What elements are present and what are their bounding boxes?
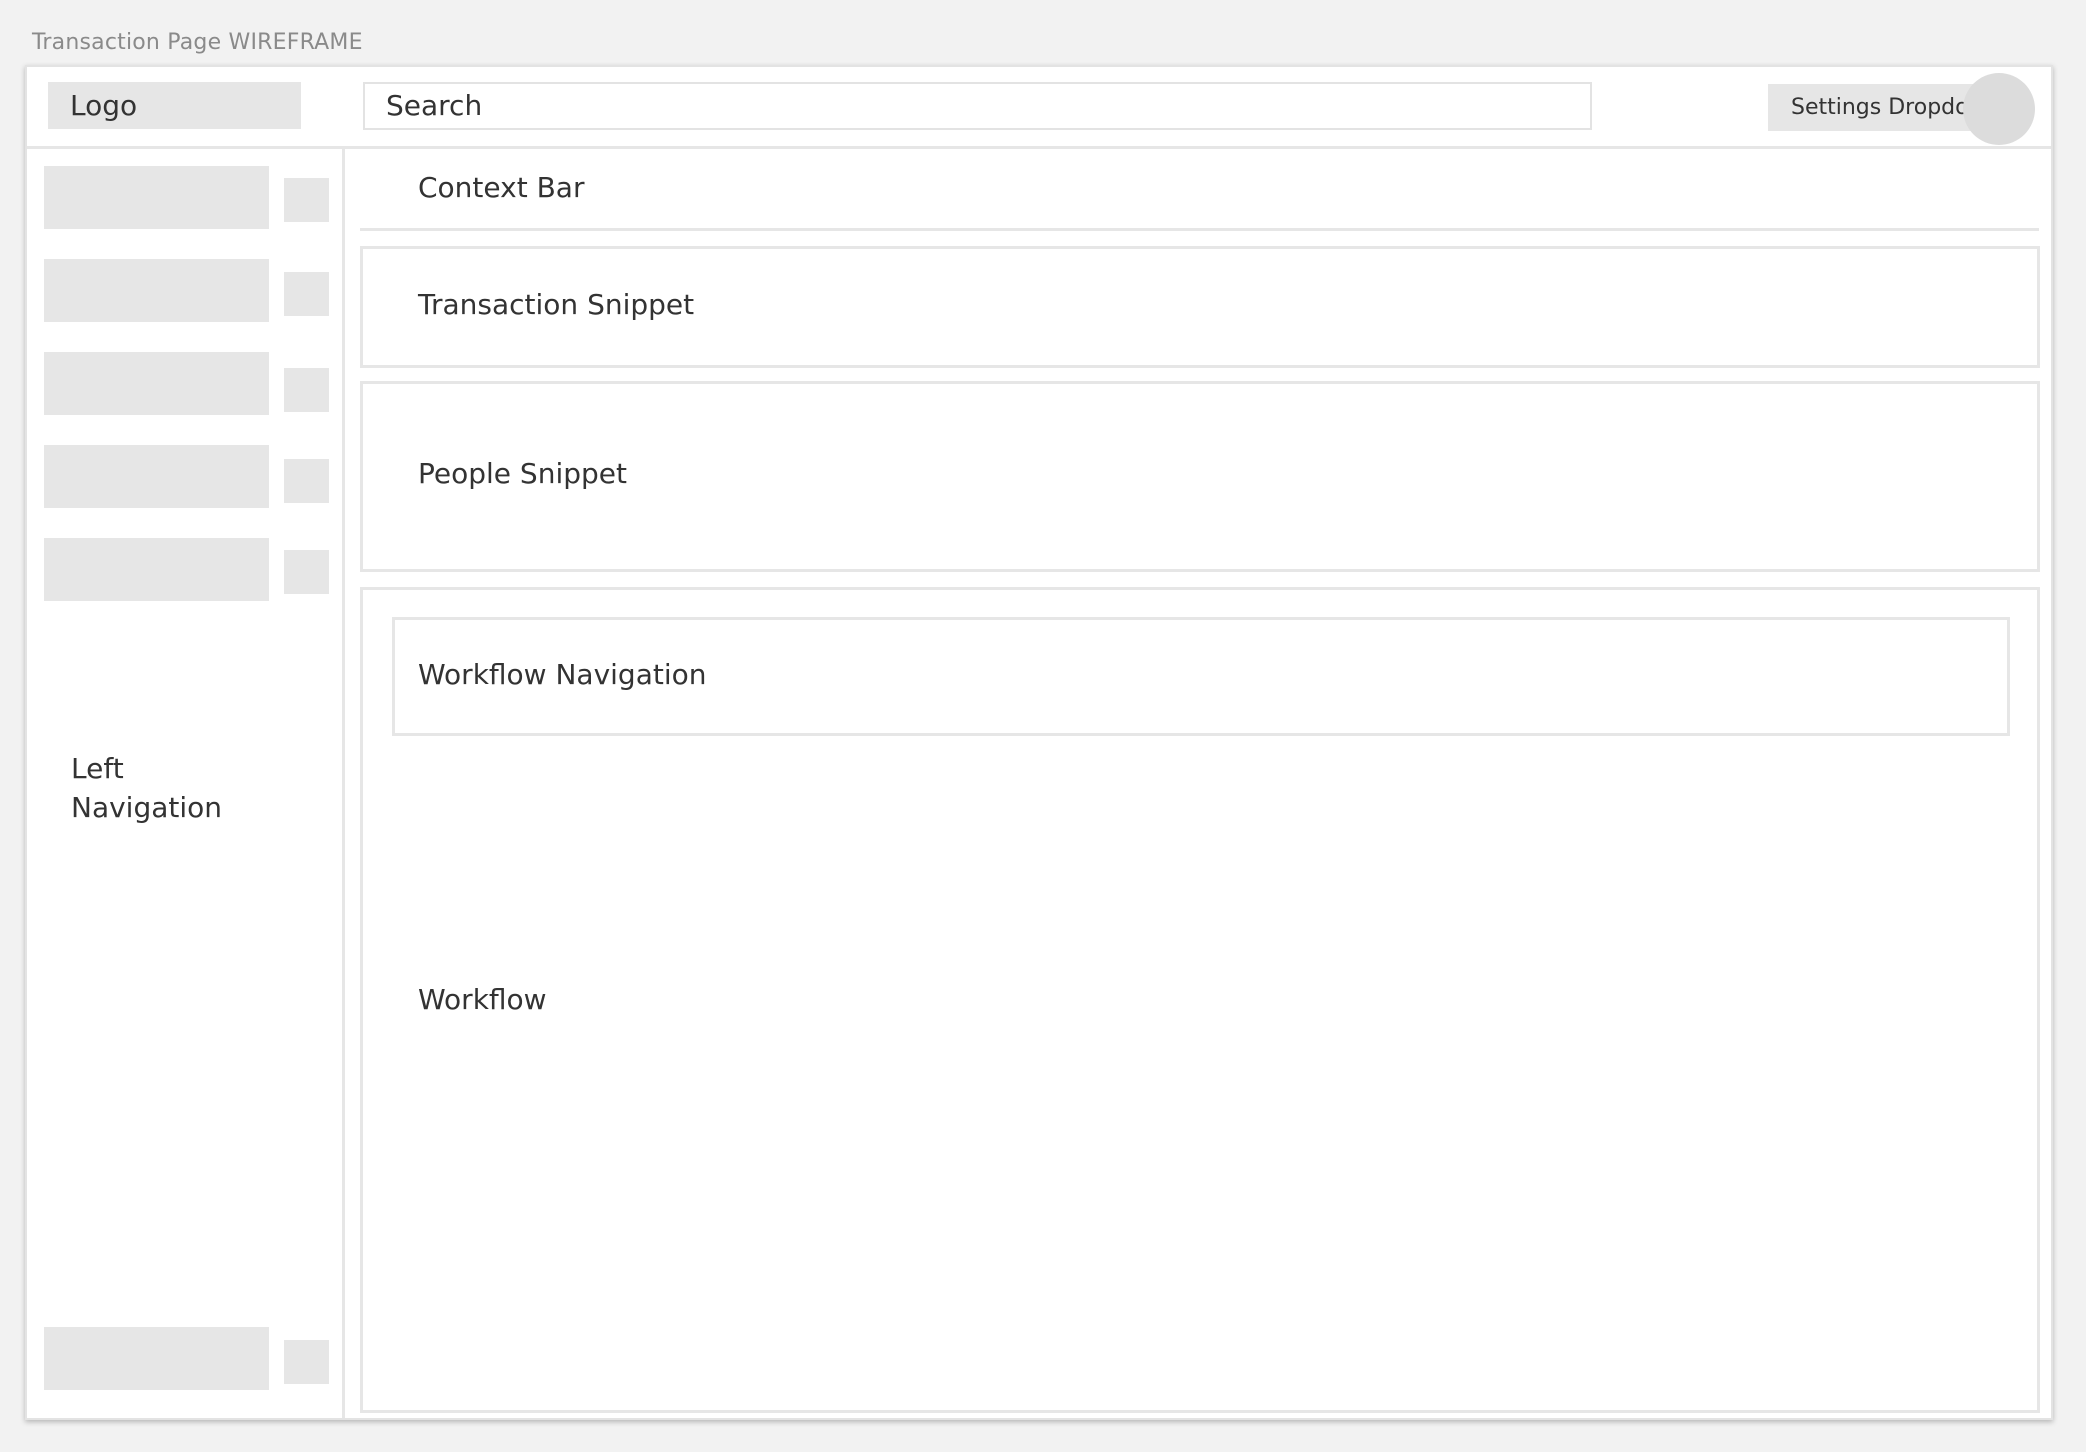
people-snippet-label: People Snippet bbox=[418, 457, 627, 490]
header: Logo Search Settings Dropdown bbox=[27, 67, 2051, 149]
search-input[interactable]: Search bbox=[363, 82, 1592, 130]
sidebar-item-3[interactable] bbox=[44, 352, 269, 415]
people-snippet: People Snippet bbox=[360, 381, 2040, 572]
sidebar-item-1-icon[interactable] bbox=[284, 178, 329, 222]
context-bar: Context Bar bbox=[360, 149, 2039, 231]
sidebar-item-4-icon[interactable] bbox=[284, 459, 329, 503]
wireframe-frame: Logo Search Settings Dropdown Left Navig… bbox=[25, 65, 2053, 1420]
workflow: Workflow Navigation Workflow bbox=[360, 587, 2040, 1413]
workflow-navigation[interactable]: Workflow Navigation bbox=[392, 617, 2010, 736]
logo[interactable]: Logo bbox=[48, 82, 301, 129]
left-navigation-label: Left Navigation bbox=[71, 752, 223, 824]
transaction-snippet-label: Transaction Snippet bbox=[418, 288, 695, 321]
context-bar-label: Context Bar bbox=[418, 171, 585, 204]
canvas-title: Transaction Page WIREFRAME bbox=[32, 30, 363, 55]
sidebar-item-2[interactable] bbox=[44, 259, 269, 322]
sidebar-item-bottom[interactable] bbox=[44, 1327, 269, 1390]
workflow-label: Workflow bbox=[418, 983, 547, 1016]
sidebar-item-5[interactable] bbox=[44, 538, 269, 601]
transaction-snippet: Transaction Snippet bbox=[360, 246, 2040, 368]
sidebar-item-5-icon[interactable] bbox=[284, 550, 329, 594]
sidebar-item-1[interactable] bbox=[44, 166, 269, 229]
sidebar-item-bottom-icon[interactable] bbox=[284, 1340, 329, 1384]
sidebar-item-3-icon[interactable] bbox=[284, 368, 329, 412]
sidebar-item-4[interactable] bbox=[44, 445, 269, 508]
workflow-navigation-label: Workflow Navigation bbox=[418, 658, 707, 691]
sidebar-item-2-icon[interactable] bbox=[284, 272, 329, 316]
left-navigation: Left Navigation bbox=[27, 149, 345, 1418]
avatar[interactable] bbox=[1963, 73, 2035, 145]
